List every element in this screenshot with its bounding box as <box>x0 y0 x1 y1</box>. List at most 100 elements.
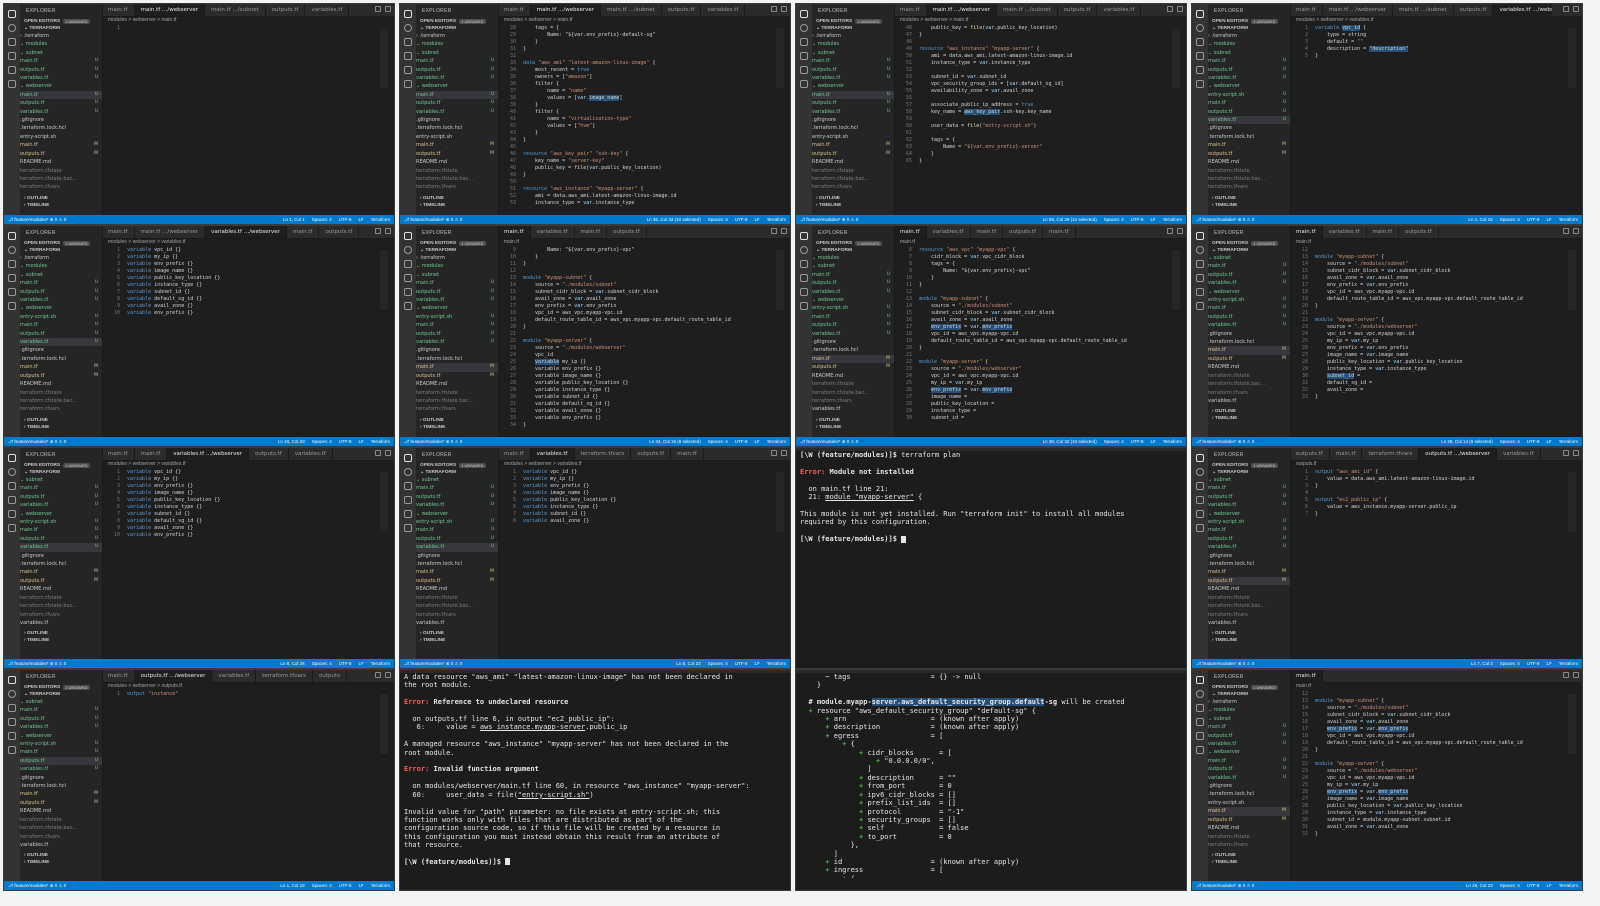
source-control-icon[interactable] <box>8 38 16 46</box>
file-tree-item[interactable]: main.tf U <box>416 279 498 287</box>
outline-section[interactable]: › OUTLINE <box>20 852 102 859</box>
file-tree-item[interactable]: main.tf U <box>416 57 498 65</box>
file-tree-item[interactable]: variables.tf <box>1208 619 1290 627</box>
split-editor-icon[interactable] <box>771 6 777 12</box>
file-tree-item[interactable]: outputs.tf U <box>812 66 894 74</box>
file-tree-item[interactable]: outputs.tf U <box>20 535 102 543</box>
file-tree-item[interactable]: ⌄ webserver <box>812 296 894 304</box>
editor-tab[interactable]: main.tf …/webserver <box>1322 4 1394 16</box>
files-icon[interactable] <box>404 232 412 240</box>
extensions-icon[interactable] <box>404 288 412 296</box>
file-tree-item[interactable]: variables.tf U <box>20 338 102 347</box>
file-tree-item[interactable]: › .terraform <box>20 32 102 40</box>
code-editor[interactable]: 1 output "instance" <box>102 691 394 881</box>
file-tree-item[interactable]: variables.tf U <box>1208 321 1290 329</box>
file-tree-item[interactable]: ⌄ modules <box>1208 706 1290 714</box>
run-debug-icon[interactable] <box>1196 52 1204 60</box>
file-tree-item[interactable]: main.tf U <box>20 748 102 756</box>
source-control-icon[interactable] <box>404 38 412 46</box>
minimap[interactable] <box>776 472 784 532</box>
editor-tab[interactable]: main.tf <box>1290 226 1323 238</box>
file-tree-item[interactable]: variables.tf U <box>20 296 102 304</box>
minimap[interactable] <box>1568 250 1576 310</box>
git-branch-status[interactable]: ⎇ feature/modules* ⊗ 0 ⚠ 0 <box>1196 881 1254 890</box>
run-debug-icon[interactable] <box>8 496 16 504</box>
files-icon[interactable] <box>1196 10 1204 18</box>
project-folder[interactable]: ⌄ TERRAFORM <box>1208 247 1290 254</box>
file-tree-item[interactable]: entry-script.sh <box>416 133 498 141</box>
file-tree-item[interactable]: .terraform.lock.hcl <box>416 355 498 363</box>
status-item[interactable]: UTF-8 <box>339 437 352 446</box>
file-tree-item[interactable]: .gitignore <box>416 552 498 560</box>
source-control-icon[interactable] <box>8 482 16 490</box>
file-tree-item[interactable]: outputs.tf U <box>20 330 102 338</box>
file-tree-item[interactable]: terraform.tfvars <box>1208 841 1290 849</box>
file-tree-item[interactable]: README.md <box>1208 158 1290 166</box>
file-tree-item[interactable]: README.md <box>20 585 102 593</box>
git-branch-status[interactable]: ⎇ feature/modules* ⊗ 0 ⚠ 0 <box>1196 215 1254 224</box>
editor-tab[interactable]: variables.tf <box>1097 4 1142 16</box>
status-item[interactable]: Spaces: 4 <box>708 659 728 668</box>
file-tree-item[interactable]: variables.tf U <box>416 74 498 82</box>
file-tree-item[interactable]: terraform.tfstate.bac... <box>20 397 102 405</box>
run-debug-icon[interactable] <box>800 274 808 282</box>
status-item[interactable]: LF <box>358 881 363 890</box>
search-icon[interactable] <box>404 246 412 254</box>
docker-icon[interactable] <box>8 524 16 532</box>
project-folder[interactable]: ⌄ TERRAFORM <box>20 691 102 698</box>
file-tree-item[interactable]: main.tf U <box>1208 723 1290 731</box>
editor-tab[interactable]: outputs.tf …/webserver <box>1419 448 1497 460</box>
file-tree-item[interactable]: variables.tf U <box>416 296 498 304</box>
split-editor-icon[interactable] <box>375 672 381 678</box>
status-item[interactable]: Spaces: 4 <box>708 215 728 224</box>
file-tree-item[interactable]: outputs.tf U <box>416 66 498 74</box>
code-editor[interactable]: 1 <box>102 25 394 215</box>
file-tree-item[interactable]: README.md <box>20 807 102 815</box>
file-tree-item[interactable]: main.tf U <box>20 321 102 329</box>
editor-tab[interactable]: variables.tf <box>701 4 746 16</box>
project-folder[interactable]: ⌄ TERRAFORM <box>416 25 498 32</box>
file-tree-item[interactable]: .gitignore <box>1208 330 1290 338</box>
source-control-icon[interactable] <box>8 260 16 268</box>
editor-tab[interactable]: main.tf <box>894 226 927 238</box>
outline-section[interactable]: › OUTLINE <box>1208 630 1290 637</box>
file-tree-item[interactable]: .terraform.lock.hcl <box>20 124 102 132</box>
file-tree-item[interactable]: variables.tf U <box>416 543 498 552</box>
editor-tab[interactable]: outputs.tf <box>248 448 289 460</box>
code-editor[interactable]: 1 variable vpc_id {} 2 variable my_ip {} 3 va… <box>102 469 394 659</box>
status-item[interactable]: Ln 10, Col 23 <box>278 437 305 446</box>
timeline-section[interactable]: › TIMELINE <box>812 424 894 431</box>
file-tree-item[interactable]: outputs.tf U <box>1208 271 1290 279</box>
status-item[interactable]: UTF-8 <box>1527 215 1540 224</box>
open-editors-section[interactable]: OPEN EDITORS 1 UNSAVED <box>20 462 102 469</box>
docker-icon[interactable] <box>1196 524 1204 532</box>
minimap[interactable] <box>1568 28 1576 88</box>
status-item[interactable]: Spaces: 4 <box>1104 437 1124 446</box>
file-tree-item[interactable]: ⌄ webserver <box>20 304 102 312</box>
file-tree-item[interactable]: main.tf U <box>1208 304 1290 312</box>
file-tree-item[interactable]: .gitignore <box>1208 782 1290 790</box>
split-editor-icon[interactable] <box>375 228 381 234</box>
minimap[interactable] <box>1172 250 1180 310</box>
status-item[interactable]: Ln 1, Col 1 <box>283 215 305 224</box>
status-item[interactable]: Ln 36, Col 33 (10 selected) <box>647 215 701 224</box>
git-branch-status[interactable]: ⎇ feature/modules* ⊗ 0 ⚠ 0 <box>8 215 66 224</box>
project-folder[interactable]: ⌄ TERRAFORM <box>20 247 102 254</box>
git-branch-status[interactable]: ⎇ feature/modules* ⊗ 0 ⚠ 0 <box>800 215 858 224</box>
file-tree-item[interactable]: ⌄ webserver <box>812 82 894 90</box>
editor-tab[interactable]: main.tf <box>671 448 704 460</box>
file-tree-item[interactable]: terraform.tfstate.bac... <box>416 175 498 183</box>
file-tree-item[interactable]: main.tf U <box>1208 526 1290 534</box>
minimap[interactable] <box>380 694 388 754</box>
file-tree-item[interactable]: variables.tf <box>416 619 498 627</box>
file-tree-item[interactable]: .terraform.lock.hcl <box>20 782 102 790</box>
files-icon[interactable] <box>8 232 16 240</box>
file-tree-item[interactable]: main.tf M <box>416 141 498 149</box>
status-item[interactable]: Terraform <box>371 215 390 224</box>
search-icon[interactable] <box>404 468 412 476</box>
open-editors-section[interactable]: OPEN EDITORS 1 UNSAVED <box>1208 684 1290 691</box>
file-tree-item[interactable]: terraform.tfvars <box>416 405 498 413</box>
source-control-icon[interactable] <box>1196 260 1204 268</box>
split-editor-icon[interactable] <box>1167 6 1173 12</box>
search-icon[interactable] <box>8 468 16 476</box>
